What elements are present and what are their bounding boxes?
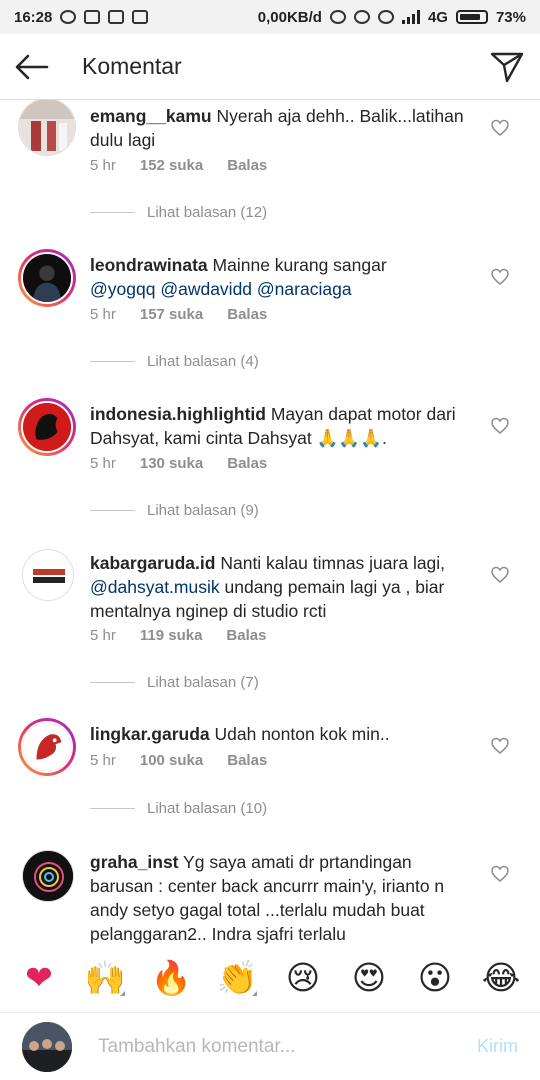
view-replies-button[interactable]: Lihat balasan (12) <box>90 204 267 221</box>
paper-plane-icon <box>490 52 524 82</box>
share-button[interactable] <box>474 34 540 100</box>
comment-text: lingkar.garuda Udah nonton kok min.. <box>90 724 390 744</box>
skin-tone-indicator <box>252 991 257 996</box>
reply-button[interactable]: Balas <box>227 455 267 472</box>
comment-meta: 5 hr 119 suka Balas <box>90 627 266 644</box>
comment-text: kabargaruda.id Nanti kalau timnas juara … <box>90 553 446 621</box>
comment-username[interactable]: emang__kamu <box>90 106 212 126</box>
heart-icon[interactable] <box>490 267 510 287</box>
emoji-clap-button[interactable]: 👏 <box>211 958 263 998</box>
comment-username[interactable]: leondrawinata <box>90 255 208 275</box>
comment-likes[interactable]: 130 suka <box>140 455 203 472</box>
status-time: 16:28 <box>14 8 53 26</box>
heart-icon[interactable] <box>490 736 510 756</box>
divider <box>90 510 135 511</box>
mention-link[interactable]: @naraciaga <box>257 279 352 299</box>
comment-likes[interactable]: 100 suka <box>140 752 203 769</box>
heart-icon[interactable] <box>490 565 510 585</box>
arrow-left-icon <box>15 54 49 79</box>
upload-icon <box>132 10 149 24</box>
reply-button[interactable]: Balas <box>226 627 266 644</box>
avatar[interactable] <box>18 718 76 776</box>
divider <box>90 361 135 362</box>
comment-time: 5 hr <box>90 157 116 174</box>
comment-meta: 5 hr 100 suka Balas <box>90 752 267 769</box>
emoji-raised-hands-button[interactable]: 🙌 <box>79 958 131 998</box>
heart-icon[interactable] <box>490 864 510 884</box>
comment-time: 5 hr <box>90 455 116 472</box>
comment-meta: 5 hr 152 suka Balas <box>90 157 267 174</box>
emoji-crying-button[interactable]: 😢 <box>277 958 329 998</box>
post-button[interactable]: Kirim <box>477 1036 518 1057</box>
whatsapp-icon <box>60 10 77 24</box>
comment-time: 5 hr <box>90 752 116 769</box>
skin-tone-indicator <box>120 991 125 996</box>
divider <box>90 682 135 683</box>
divider <box>90 212 135 213</box>
view-replies-button[interactable]: Lihat balasan (10) <box>90 800 267 817</box>
mention-link[interactable]: @awdavidd <box>160 279 252 299</box>
comment-username[interactable]: graha_inst <box>90 852 179 872</box>
emoji-fire-button[interactable]: 🔥 <box>145 958 197 998</box>
comment-list[interactable]: emang__kamu Nyerah aja dehh.. Balik...la… <box>0 100 540 950</box>
car-icon <box>84 10 101 24</box>
comment-meta: 5 hr 130 suka Balas <box>90 455 267 472</box>
avatar[interactable] <box>22 549 74 601</box>
comment-text: emang__kamu Nyerah aja dehh.. Balik...la… <box>90 106 464 150</box>
mention-link[interactable]: @dahsyat.musik <box>90 577 220 597</box>
battery-icon <box>455 10 488 24</box>
comment-time: 5 hr <box>90 627 116 644</box>
comment-likes[interactable]: 157 suka <box>140 306 203 323</box>
comment-likes[interactable]: 119 suka <box>140 627 203 644</box>
alarm-icon <box>377 10 394 24</box>
mute-icon <box>353 10 370 24</box>
comment-composer: Kirim <box>0 1012 540 1080</box>
reply-button[interactable]: Balas <box>227 306 267 323</box>
view-replies-button[interactable]: Lihat balasan (7) <box>90 674 259 691</box>
reply-button[interactable]: Balas <box>227 752 267 769</box>
emoji-heart-eyes-button[interactable]: 😍 <box>343 958 395 998</box>
header: Komentar <box>0 34 540 100</box>
comment-text: graha_inst Yg saya amati dr prtandingan … <box>90 852 445 944</box>
avatar[interactable] <box>22 850 74 902</box>
network-speed: 0,00KB/d <box>257 8 322 26</box>
view-replies-button[interactable]: Lihat balasan (9) <box>90 502 259 519</box>
emoji-surprised-button[interactable]: 😮 <box>409 958 461 998</box>
page-title: Komentar <box>82 53 182 79</box>
divider <box>90 808 135 809</box>
comment-meta: 5 hr 157 suka Balas <box>90 306 267 323</box>
mention-link[interactable]: @yogqq <box>90 279 155 299</box>
comment-time: 5 hr <box>90 306 116 323</box>
emoji-bar: ❤ 🙌 🔥 👏 😢 😍 😮 😂 <box>0 950 540 1006</box>
back-button[interactable] <box>0 34 64 100</box>
network-type: 4G <box>427 8 448 26</box>
comment-text: indonesia.highlightid Mayan dapat motor … <box>90 404 456 448</box>
comment-likes[interactable]: 152 suka <box>140 157 203 174</box>
headphones-icon <box>329 10 346 24</box>
comment-input[interactable] <box>98 1035 428 1058</box>
avatar <box>22 1021 72 1072</box>
laptop-icon <box>108 10 125 24</box>
status-bar: 16:28 0,00KB/d 4G 73% <box>0 0 540 34</box>
comment-username[interactable]: kabargaruda.id <box>90 553 215 573</box>
emoji-laughing-button[interactable]: 😂 <box>475 958 527 998</box>
comment-username[interactable]: lingkar.garuda <box>90 724 210 744</box>
comment-username[interactable]: indonesia.highlightid <box>90 404 266 424</box>
comment-text: leondrawinata Mainne kurang sangar @yogq… <box>90 255 387 299</box>
avatar[interactable] <box>18 249 76 307</box>
heart-icon[interactable] <box>490 416 510 436</box>
avatar[interactable] <box>18 100 76 156</box>
battery-percent: 73% <box>495 8 526 26</box>
signal-icon <box>401 10 420 24</box>
emoji-heart-button[interactable]: ❤ <box>13 958 65 998</box>
heart-icon[interactable] <box>490 118 510 138</box>
avatar[interactable] <box>18 398 76 456</box>
reply-button[interactable]: Balas <box>227 157 267 174</box>
view-replies-button[interactable]: Lihat balasan (4) <box>90 353 259 370</box>
